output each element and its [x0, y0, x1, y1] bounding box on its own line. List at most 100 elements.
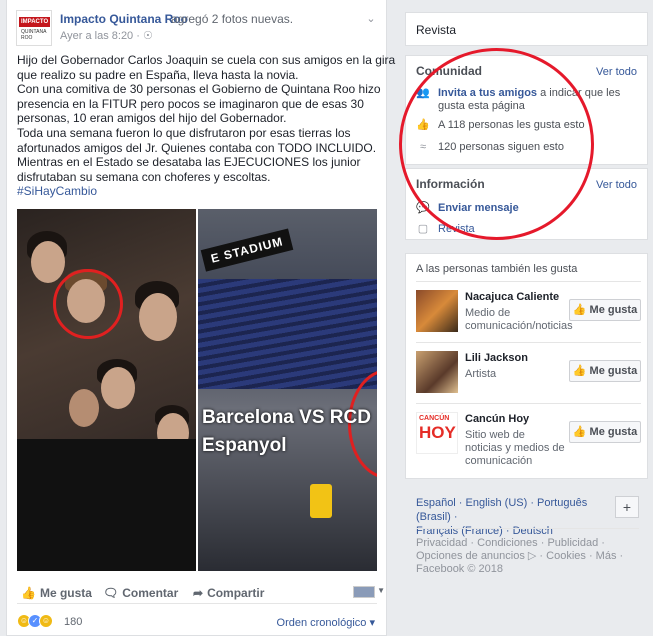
post-line: Mientras en el Estado se desataba las EJ… — [17, 155, 361, 170]
invite-friends-link[interactable]: Invita a tus amigos — [438, 87, 537, 99]
info-title: Información — [416, 177, 485, 191]
divider — [416, 342, 641, 343]
also-like-title: A las personas también les gusta — [416, 263, 578, 275]
post-action-text: agregó 2 fotos nuevas. — [171, 12, 294, 26]
post-line: que realizo su padre en España, lleva ha… — [17, 67, 299, 82]
globe-icon: ☉ — [142, 30, 153, 42]
share-as-avatar[interactable] — [353, 586, 375, 598]
divider — [416, 403, 641, 404]
match-caption: Barcelona VS RCD Espanyol — [202, 404, 371, 460]
footer-line[interactable]: Opciones de anuncios ▷ · Cookies · Más · — [416, 550, 636, 563]
suggestion-like-button[interactable]: 👍 Me gusta — [569, 360, 641, 382]
suggestion-like-button[interactable]: 👍 Me gusta — [569, 421, 641, 443]
person-face — [101, 367, 135, 409]
caret-down-icon[interactable]: ▼ — [377, 586, 385, 595]
post-meta: Ayer a las 8:20 · ☉ — [60, 29, 153, 42]
post-line: Toda una semana fueron lo que disfrutaro… — [17, 125, 351, 140]
comment-button[interactable]: 🗨 Comentar — [103, 586, 178, 600]
page-name-link[interactable]: Impacto Quintana Roo — [60, 12, 188, 26]
post-line: disfrutaban su semana con choferes y esc… — [17, 169, 271, 184]
community-box: Comunidad Ver todo 👥 Invita a tus amigos… — [405, 55, 648, 165]
share-label: Compartir — [207, 586, 265, 600]
follows-row: ≈ 120 personas siguen esto — [416, 141, 641, 155]
yellow-cup — [310, 484, 332, 518]
hashtag-link[interactable]: #SiHayCambio — [17, 184, 379, 199]
person-face — [69, 389, 99, 427]
post-actions-bar: 👍 Me gusta 🗨 Comentar ➦ Compartir ▼ — [17, 580, 385, 604]
order-label: Orden cronológico — [276, 617, 367, 629]
match-caption-line2: Espanyol — [202, 435, 287, 456]
share-button[interactable]: ➦ Compartir — [193, 586, 264, 600]
language-line[interactable]: Français (France) · Deutsch — [416, 524, 616, 538]
invite-friends-row: 👥 Invita a tus amigos a indicar que les … — [416, 87, 641, 115]
reaction-count: 180 — [64, 616, 83, 628]
red-annotation-circle — [53, 269, 123, 339]
post-line: personas, 10 eran amigos del hijo del Go… — [17, 111, 287, 126]
suggestion-photo[interactable] — [416, 290, 458, 332]
like-button[interactable]: 👍 Me gusta — [21, 586, 92, 600]
like-button-label: Me gusta — [589, 365, 638, 377]
person-face — [139, 293, 177, 341]
divider — [416, 281, 641, 282]
match-caption-line1: Barcelona VS RCD — [202, 407, 371, 428]
invite-text: Invita a tus amigos a indicar que les gu… — [438, 87, 638, 113]
suggestion-category: Medio de comunicación/noticias — [465, 307, 573, 332]
revista-link[interactable]: Revista — [438, 223, 638, 236]
suggestion-category: Sitio web de noticias y medios de comuni… — [465, 429, 565, 467]
suggestion-like-button[interactable]: 👍 Me gusta — [569, 299, 641, 321]
likes-text: A 118 personas les gusta esto — [438, 119, 585, 131]
suggestion-name[interactable]: Nacajuca Caliente — [465, 291, 559, 303]
like-button-label: Me gusta — [589, 426, 638, 438]
community-title: Comunidad — [416, 64, 482, 78]
thumbs-up-icon: 👍 — [416, 119, 430, 131]
send-message-row[interactable]: 💬 Enviar mensaje — [416, 202, 641, 216]
avatar-logo-sub: QUINTANA ROO — [21, 29, 47, 41]
message-icon: 💬 — [416, 202, 430, 214]
reactions-summary[interactable]: ☺ ✓ ☺ 180 Orden cronológico ▾ — [17, 614, 377, 630]
person-face — [31, 241, 65, 283]
post-line: Hijo del Gobernador Carlos Joaquin se cu… — [17, 53, 396, 67]
post-line: Con una comitiva de 30 personas el Gobie… — [17, 82, 381, 97]
post-card: IMPACTO QUINTANA ROO Impacto Quintana Ro… — [6, 0, 396, 636]
revista-box: Revista — [405, 12, 648, 46]
rss-icon: ≈ — [419, 141, 427, 153]
thumbs-up-icon: 👍 — [21, 586, 36, 600]
community-see-all-link[interactable]: Ver todo — [596, 66, 637, 78]
cancun-logo-text: CANCÚN — [419, 415, 450, 422]
suggestion-item: CANCÚN HOY Cancún Hoy Sitio web de notic… — [416, 412, 641, 468]
page-avatar[interactable]: IMPACTO QUINTANA ROO — [16, 10, 52, 46]
chevron-down-icon[interactable]: ⌄ — [364, 12, 378, 26]
comment-label: Comentar — [122, 586, 179, 600]
suggestion-logo[interactable]: CANCÚN HOY — [416, 412, 458, 454]
post-time[interactable]: Ayer a las 8:20 — [60, 30, 133, 42]
footer-line[interactable]: Privacidad · Condiciones · Publicidad · — [416, 537, 636, 550]
revista-row[interactable]: ▢ Revista — [416, 223, 641, 237]
category-icon: ▢ — [417, 223, 429, 235]
suggestion-name[interactable]: Lili Jackson — [465, 352, 528, 364]
suggestion-item: Lili Jackson Artista 👍 Me gusta — [416, 351, 641, 397]
comment-icon: 🗨 — [103, 586, 119, 600]
post-header: IMPACTO QUINTANA ROO Impacto Quintana Ro… — [16, 10, 378, 46]
info-box: Información Ver todo 💬 Enviar mensaje ▢ … — [405, 168, 648, 240]
add-language-button[interactable]: + — [615, 496, 639, 518]
meta-separator: · — [136, 30, 140, 42]
wow-reaction-icon: ☺ — [39, 614, 53, 628]
send-message-link[interactable]: Enviar mensaje — [438, 202, 638, 215]
photo-grid: E STADIUM Barcelona VS RCD Espanyol — [17, 209, 377, 571]
like-button-label: Me gusta — [589, 304, 638, 316]
revista-title[interactable]: Revista — [416, 23, 456, 37]
suggestion-item: Nacajuca Caliente Medio de comunicación/… — [416, 290, 641, 336]
suggestion-name[interactable]: Cancún Hoy — [465, 413, 529, 425]
language-line[interactable]: Español · English (US) · Português (Bras… — [416, 496, 616, 524]
also-like-box: A las personas también les gusta Nacajuc… — [405, 253, 648, 479]
photo-group-friends[interactable] — [17, 209, 196, 571]
language-links[interactable]: Español · English (US) · Português (Bras… — [416, 496, 616, 538]
comment-order-dropdown[interactable]: Orden cronológico ▾ — [277, 616, 375, 629]
info-see-all-link[interactable]: Ver todo — [596, 179, 637, 191]
photo-stadium[interactable]: E STADIUM Barcelona VS RCD Espanyol — [198, 209, 377, 571]
dark-clothing — [17, 439, 196, 571]
suggestion-photo[interactable] — [416, 351, 458, 393]
footer-links: Privacidad · Condiciones · Publicidad · … — [416, 537, 636, 576]
post-text: Hijo del Gobernador Carlos Joaquin se cu… — [17, 53, 396, 199]
divider — [416, 528, 639, 529]
